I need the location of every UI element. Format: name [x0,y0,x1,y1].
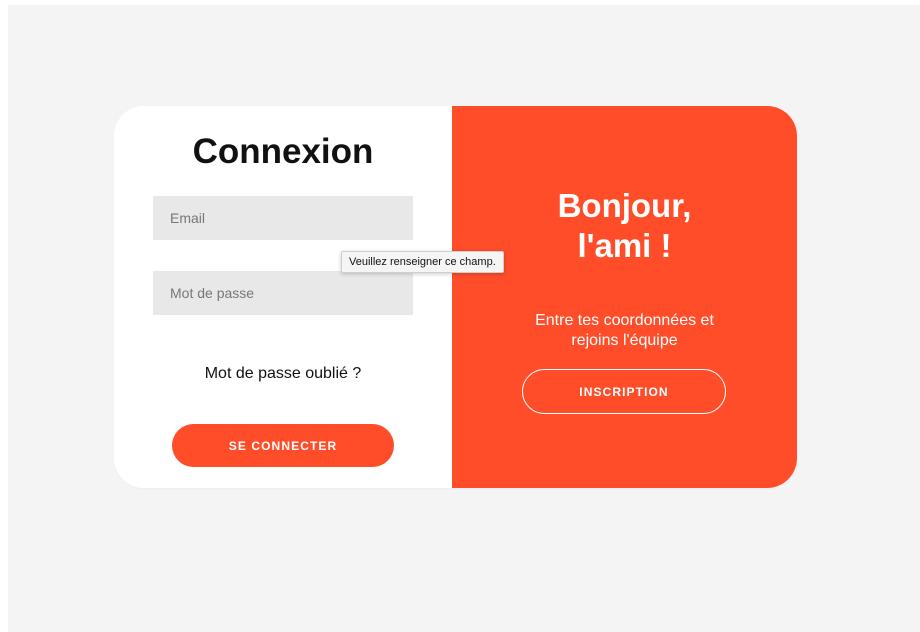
signup-description: Entre tes coordonnées et rejoins l'équip… [488,311,761,351]
login-panel: Connexion Mot de passe oublié ? SE CONNE… [114,106,452,488]
signup-title-line-2: l'ami ! [577,227,672,264]
signup-title-line-1: Bonjour, [557,187,692,224]
auth-card: Connexion Mot de passe oublié ? SE CONNE… [114,106,797,488]
signup-description-line-2: rejoins l'équipe [571,332,678,349]
signup-title: Bonjour, l'ami ! [452,186,797,266]
login-title: Connexion [192,132,374,171]
password-field[interactable] [153,271,413,315]
signup-button[interactable]: INSCRIPTION [522,369,726,414]
signup-description-line-1: Entre tes coordonnées et [535,312,714,329]
login-button[interactable]: SE CONNECTER [172,424,394,467]
forgot-password-link[interactable]: Mot de passe oublié ? [114,364,452,384]
signup-panel: Bonjour, l'ami ! Entre tes coordonnées e… [452,106,797,488]
email-field[interactable] [153,196,413,240]
validation-tooltip: Veuillez renseigner ce champ. [341,251,504,273]
